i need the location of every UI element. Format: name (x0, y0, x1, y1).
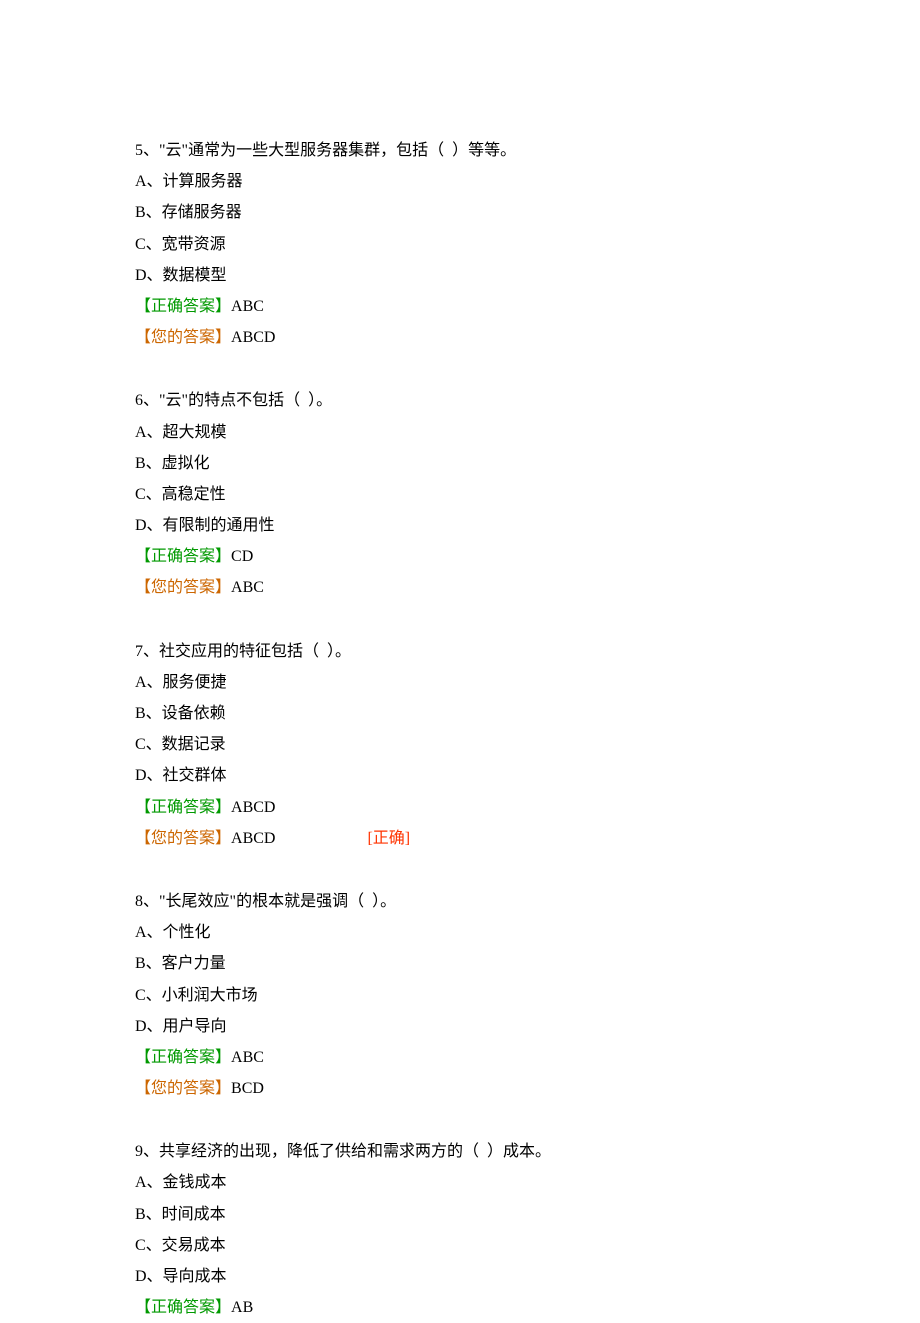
your-answer-label: 【您的答案】 (135, 1073, 231, 1104)
option-a: A、个性化 (135, 917, 785, 948)
question-stem: 8、"长尾效应"的根本就是强调（ ）。 (135, 886, 785, 917)
option-b: B、存储服务器 (135, 197, 785, 228)
question-stem: 5、"云"通常为一些大型服务器集群，包括（ ）等等。 (135, 135, 785, 166)
option-c: C、交易成本 (135, 1230, 785, 1261)
your-answer-row: 【您的答案】ABC (135, 572, 785, 603)
correct-answer-value: ABCD (231, 799, 275, 816)
correct-answer-value: ABC (231, 298, 264, 315)
question-number: 8、 (135, 893, 159, 910)
option-a: A、金钱成本 (135, 1167, 785, 1198)
your-answer-value: ABC (231, 572, 264, 603)
correct-answer-label: 【正确答案】 (135, 1049, 231, 1066)
option-a: A、超大规模 (135, 417, 785, 448)
option-d: D、有限制的通用性 (135, 510, 785, 541)
your-answer-label: 【您的答案】 (135, 823, 231, 854)
your-answer-value: ABCD (231, 322, 275, 353)
option-c: C、数据记录 (135, 729, 785, 760)
your-answer-row: 【您的答案】BCD (135, 1073, 785, 1104)
option-b: B、虚拟化 (135, 448, 785, 479)
option-c: C、小利润大市场 (135, 980, 785, 1011)
question-text: "长尾效应"的根本就是强调（ ）。 (159, 893, 396, 910)
correct-answer-label: 【正确答案】 (135, 548, 231, 565)
document-page: 5、"云"通常为一些大型服务器集群，包括（ ）等等。 A、计算服务器 B、存储服… (0, 0, 920, 1323)
your-answer-value: ABCD (231, 823, 275, 854)
your-answer-label: 【您的答案】 (135, 322, 231, 353)
question-text: "云"通常为一些大型服务器集群，包括（ ）等等。 (159, 142, 516, 159)
correct-answer-value: ABC (231, 1049, 264, 1066)
option-c: C、高稳定性 (135, 479, 785, 510)
option-d: D、数据模型 (135, 260, 785, 291)
question-text: 共享经济的出现，降低了供给和需求两方的（ ）成本。 (159, 1143, 551, 1160)
question-block: 7、社交应用的特征包括（ ）。 A、服务便捷 B、设备依赖 C、数据记录 D、社… (135, 636, 785, 854)
option-a: A、计算服务器 (135, 166, 785, 197)
your-answer-label: 【您的答案】 (135, 572, 231, 603)
question-stem: 7、社交应用的特征包括（ ）。 (135, 636, 785, 667)
question-number: 5、 (135, 142, 159, 159)
question-number: 9、 (135, 1143, 159, 1160)
option-d: D、导向成本 (135, 1261, 785, 1292)
your-answer-row: 【您的答案】ABCD [正确] (135, 823, 785, 854)
option-b: B、设备依赖 (135, 698, 785, 729)
option-d: D、用户导向 (135, 1011, 785, 1042)
correct-answer-value: CD (231, 548, 253, 565)
question-block: 5、"云"通常为一些大型服务器集群，包括（ ）等等。 A、计算服务器 B、存储服… (135, 135, 785, 353)
correct-answer-label: 【正确答案】 (135, 799, 231, 816)
question-number: 7、 (135, 643, 159, 660)
question-stem: 9、共享经济的出现，降低了供给和需求两方的（ ）成本。 (135, 1136, 785, 1167)
question-text: 社交应用的特征包括（ ）。 (159, 643, 351, 660)
option-b: B、客户力量 (135, 948, 785, 979)
question-block: 6、"云"的特点不包括（ ）。 A、超大规模 B、虚拟化 C、高稳定性 D、有限… (135, 385, 785, 603)
question-block: 8、"长尾效应"的根本就是强调（ ）。 A、个性化 B、客户力量 C、小利润大市… (135, 886, 785, 1104)
question-stem: 6、"云"的特点不包括（ ）。 (135, 385, 785, 416)
correct-answer-row: 【正确答案】ABC (135, 291, 785, 322)
correct-answer-label: 【正确答案】 (135, 298, 231, 315)
option-b: B、时间成本 (135, 1199, 785, 1230)
your-answer-value: BCD (231, 1073, 264, 1104)
correct-answer-row: 【正确答案】AB (135, 1292, 785, 1323)
correct-answer-row: 【正确答案】CD (135, 541, 785, 572)
question-block: 9、共享经济的出现，降低了供给和需求两方的（ ）成本。 A、金钱成本 B、时间成… (135, 1136, 785, 1323)
option-a: A、服务便捷 (135, 667, 785, 698)
question-text: "云"的特点不包括（ ）。 (159, 392, 332, 409)
correct-answer-row: 【正确答案】ABC (135, 1042, 785, 1073)
correct-answer-row: 【正确答案】ABCD (135, 792, 785, 823)
option-d: D、社交群体 (135, 760, 785, 791)
question-number: 6、 (135, 392, 159, 409)
your-answer-row: 【您的答案】ABCD (135, 322, 785, 353)
option-c: C、宽带资源 (135, 229, 785, 260)
answer-status: [正确] (367, 823, 410, 854)
